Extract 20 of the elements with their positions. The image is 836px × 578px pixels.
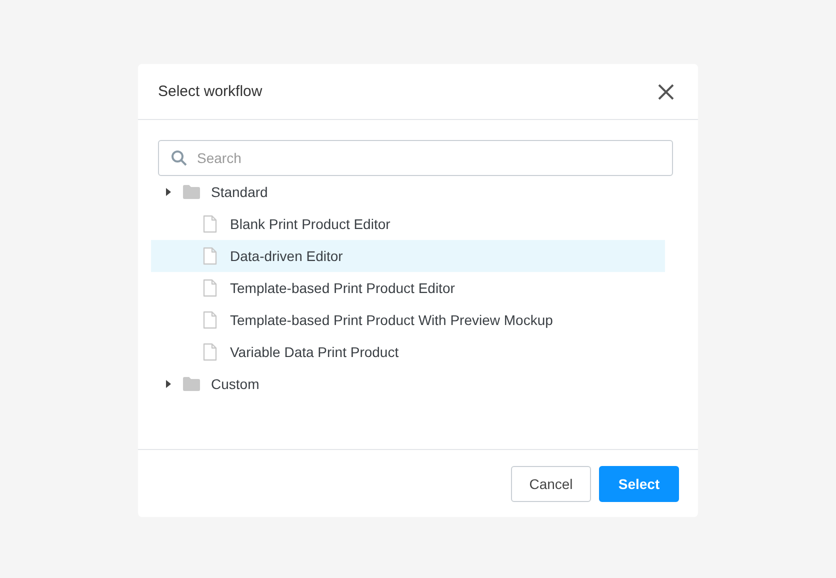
dialog-title: Select workflow <box>158 83 262 100</box>
tree-item[interactable]: Blank Print Product Editor <box>151 208 665 240</box>
caret-icon <box>166 188 171 196</box>
file-icon <box>203 311 217 329</box>
tree-item[interactable]: Custom <box>151 368 680 400</box>
search-field[interactable]: Search <box>158 140 673 176</box>
tree-item[interactable]: Standard <box>151 176 680 208</box>
caret-icon <box>166 380 171 388</box>
tree-item[interactable]: Data-driven Editor <box>151 240 665 272</box>
close-icon[interactable] <box>658 84 674 100</box>
file-icon <box>203 279 217 297</box>
file-icon <box>203 343 217 361</box>
tree-item[interactable]: Variable Data Print Product <box>151 336 665 368</box>
tree-item[interactable]: Template-based Print Product Editor <box>151 272 665 304</box>
folder-icon <box>183 377 200 391</box>
folder-icon <box>183 185 200 199</box>
cancel-button[interactable]: Cancel <box>511 466 591 502</box>
tree-item[interactable]: Template-based Print Product With Preview Mockup <box>151 304 665 336</box>
file-icon <box>203 247 217 265</box>
file-icon <box>203 215 217 233</box>
